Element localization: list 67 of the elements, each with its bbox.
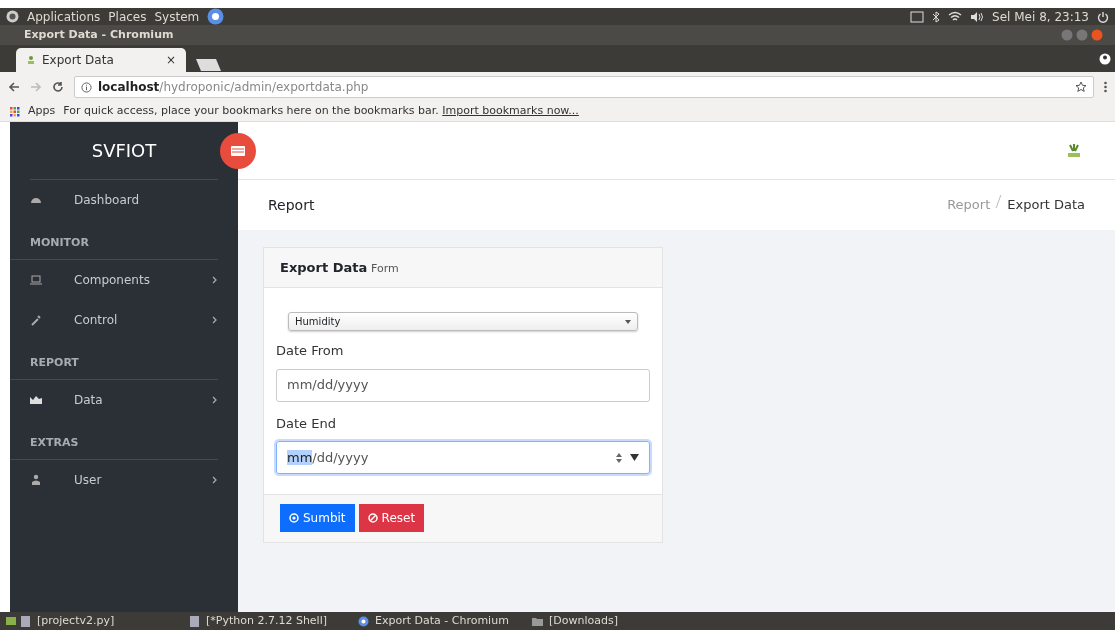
document-icon <box>189 615 200 627</box>
spinner-arrows-icon <box>616 452 622 463</box>
sidebar-item[interactable]: User <box>10 460 238 500</box>
sensor-select[interactable]: Humidity <box>288 312 638 331</box>
back-icon[interactable] <box>8 81 20 93</box>
taskbar-item[interactable]: [*Python 2.7.12 Shell] <box>189 612 354 630</box>
sidebar-item[interactable]: Data <box>10 380 238 420</box>
sidebar-item[interactable]: Control <box>10 300 238 340</box>
bookmarks-hint: For quick access, place your bookmarks here on the bookmarks bar. Import bookmarks now... <box>63 103 579 120</box>
wifi-icon[interactable] <box>948 11 963 22</box>
laptop-icon <box>30 274 42 286</box>
browser-tab[interactable]: Export Data × <box>16 48 186 72</box>
profile-icon[interactable] <box>1099 53 1111 65</box>
folder-icon <box>532 615 543 627</box>
panel-menu[interactable]: Applications <box>27 7 101 26</box>
card-title: Export Data Form <box>280 258 399 277</box>
ubuntu-logo-icon[interactable] <box>6 10 19 23</box>
address-field[interactable]: localhost/hydroponic/admin/exportdata.php <box>74 76 1094 98</box>
power-icon[interactable] <box>1097 10 1109 23</box>
tab-close-button[interactable]: × <box>165 51 176 69</box>
bluetooth-icon[interactable] <box>932 10 941 23</box>
browser-icon[interactable] <box>207 8 225 25</box>
browser-icon <box>358 615 369 627</box>
user-icon <box>30 474 42 486</box>
chevron-right-icon <box>212 316 218 324</box>
area-chart-icon <box>30 394 42 406</box>
import-bookmarks-link[interactable]: Import bookmarks now... <box>442 104 579 118</box>
field-label: Date End <box>276 414 337 433</box>
apps-link[interactable]: Apps <box>28 103 56 120</box>
ban-icon <box>367 513 378 523</box>
taskbar-item[interactable]: Export Data - Chromium <box>358 612 528 630</box>
reset-button[interactable]: Reset <box>358 504 425 532</box>
show-desktop-icon[interactable] <box>6 616 16 626</box>
url-text: localhost/hydroponic/admin/exportdata.php <box>98 79 369 96</box>
document-icon <box>20 615 31 627</box>
info-icon <box>81 81 92 93</box>
taskbar-item[interactable]: [Downloads] <box>532 612 697 630</box>
panel-menu[interactable]: Places <box>108 7 147 26</box>
breadcrumb-item: Export Data <box>1007 196 1085 215</box>
favicon-icon <box>26 55 36 65</box>
sidebar-item[interactable]: Dashboard <box>10 180 238 220</box>
chevron-right-icon <box>212 276 218 284</box>
window-title: Export Data - Chromium <box>24 26 174 43</box>
sidebar-section-label: MONITOR <box>10 220 218 260</box>
field-label: Date From <box>276 342 345 360</box>
volume-icon[interactable] <box>970 10 985 23</box>
chevron-right-icon <box>212 396 218 404</box>
brand-title: SVFIOT <box>30 122 218 180</box>
submit-button[interactable]: Sumbit <box>280 504 355 532</box>
chevron-right-icon <box>212 476 218 484</box>
reload-icon[interactable] <box>52 81 64 93</box>
clock-text: Sel Mei 8, 23:13 <box>992 8 1089 26</box>
apps-grid-icon[interactable] <box>10 106 20 117</box>
page-title: Report <box>268 195 315 215</box>
menu-icon[interactable] <box>1104 81 1107 93</box>
panel-menu[interactable]: System <box>154 7 200 26</box>
star-icon[interactable] <box>1075 81 1087 93</box>
sidebar-section-label: EXTRAS <box>10 420 218 460</box>
keyboard-icon[interactable] <box>910 10 925 23</box>
sidebar-item[interactable]: Components <box>10 260 238 300</box>
sidebar-section-label: REPORT <box>10 340 218 380</box>
circle-dot-icon <box>289 513 299 523</box>
date-field[interactable]: mm/dd/yyyy <box>276 441 650 474</box>
dropdown-arrow-icon <box>630 454 639 461</box>
date-field[interactable]: mm/dd/yyyy <box>276 368 650 402</box>
taskbar-item[interactable]: [projectv2.py] <box>20 612 185 630</box>
caret-down-icon <box>625 319 631 324</box>
